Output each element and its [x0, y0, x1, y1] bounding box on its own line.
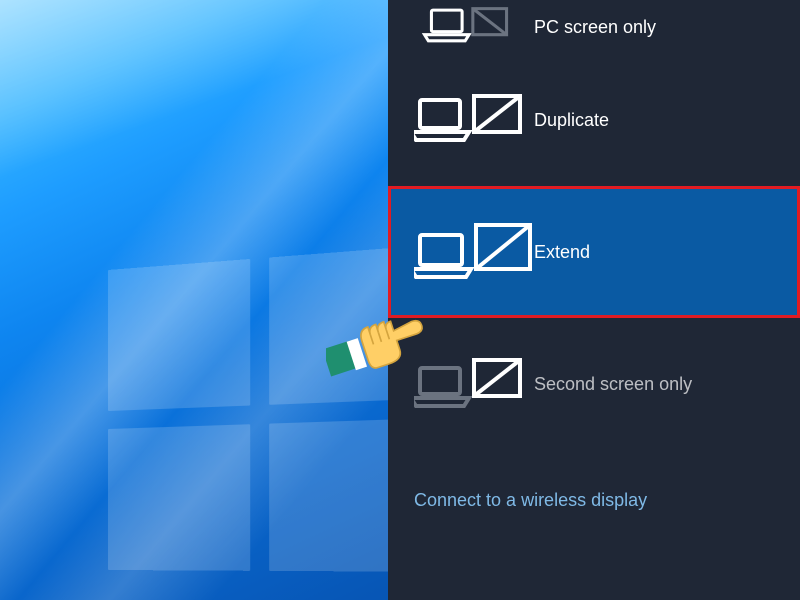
project-option-extend[interactable]: Extend — [388, 186, 800, 318]
connect-wireless-display-link[interactable]: Connect to a wireless display — [388, 450, 800, 511]
project-option-label: PC screen only — [534, 17, 656, 38]
windows-logo — [108, 245, 425, 571]
project-option-second-only[interactable]: Second screen only — [388, 318, 800, 450]
project-option-pc-only[interactable]: PC screen only — [388, 0, 800, 54]
project-option-label: Second screen only — [534, 374, 692, 395]
project-option-label: Duplicate — [534, 110, 609, 131]
second-screen-only-icon — [414, 354, 534, 414]
pc-screen-only-icon — [414, 4, 534, 50]
extend-icon — [414, 219, 534, 285]
project-panel: PC screen only Duplicate Extend — [388, 0, 800, 600]
project-option-label: Extend — [534, 242, 590, 263]
duplicate-icon — [414, 90, 534, 150]
project-option-duplicate[interactable]: Duplicate — [388, 54, 800, 186]
